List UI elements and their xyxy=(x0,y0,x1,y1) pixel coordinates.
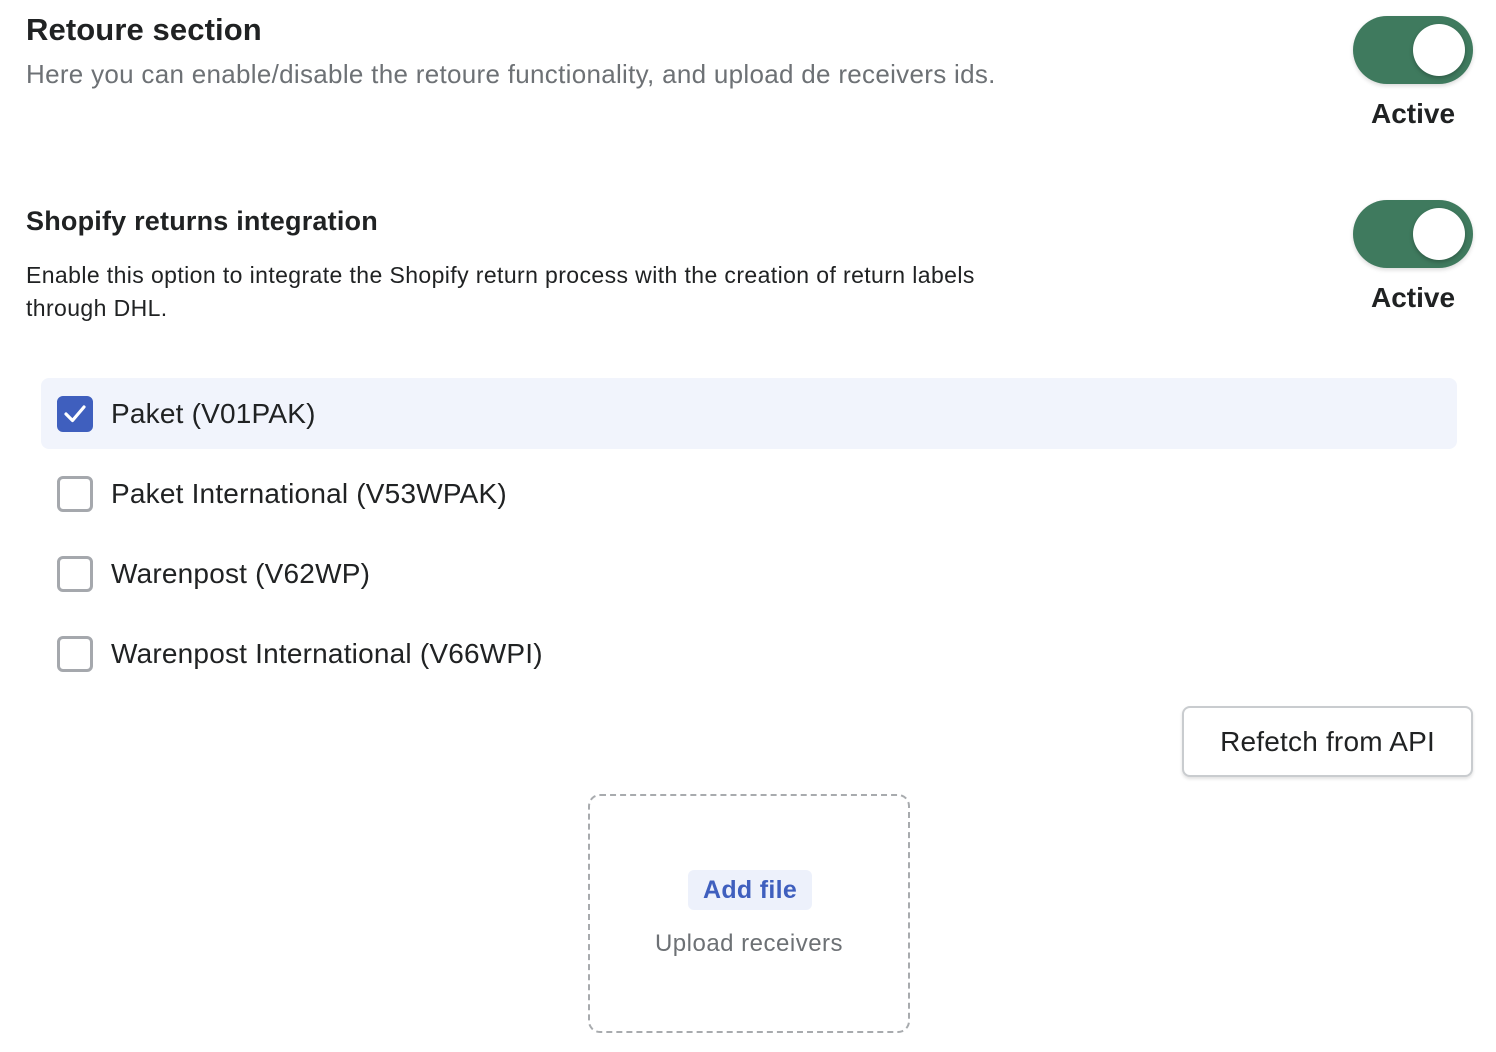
checkbox-checked[interactable] xyxy=(57,396,93,432)
refetch-from-api-button[interactable]: Refetch from API xyxy=(1182,706,1473,777)
upload-hint: Upload receivers xyxy=(654,930,844,957)
option-paket-international[interactable]: Paket International (V53WPAK) xyxy=(41,458,1457,529)
option-label: Paket (V01PAK) xyxy=(111,398,316,429)
checkmark-icon xyxy=(64,405,86,423)
option-label: Paket International (V53WPAK) xyxy=(111,478,507,509)
shopify-status-label: Active xyxy=(1370,282,1456,313)
option-label: Warenpost International (V66WPI) xyxy=(111,638,543,669)
checkbox-unchecked[interactable] xyxy=(57,476,93,512)
option-label: Warenpost (V62WP) xyxy=(111,558,371,589)
option-warenpost-international[interactable]: Warenpost International (V66WPI) xyxy=(41,618,1457,689)
checkbox-unchecked[interactable] xyxy=(57,556,93,592)
retoure-status-label: Active xyxy=(1370,98,1456,129)
option-warenpost[interactable]: Warenpost (V62WP) xyxy=(41,538,1457,609)
retoure-section-description: Here you can enable/disable the retoure … xyxy=(26,59,996,89)
retoure-section-title: Retoure section xyxy=(26,12,262,47)
product-options-list: Paket (V01PAK) Paket International (V53W… xyxy=(41,378,1457,698)
add-file-button[interactable]: Add file xyxy=(688,870,812,910)
shopify-section-description: Enable this option to integrate the Shop… xyxy=(26,262,975,321)
retoure-toggle[interactable] xyxy=(1353,16,1473,84)
checkbox-unchecked[interactable] xyxy=(57,636,93,672)
file-dropzone[interactable]: Add file Upload receivers xyxy=(588,794,910,1033)
option-paket[interactable]: Paket (V01PAK) xyxy=(41,378,1457,449)
toggle-knob xyxy=(1413,208,1465,260)
toggle-knob xyxy=(1413,24,1465,76)
shopify-returns-toggle[interactable] xyxy=(1353,200,1473,268)
shopify-section-title: Shopify returns integration xyxy=(26,206,378,236)
